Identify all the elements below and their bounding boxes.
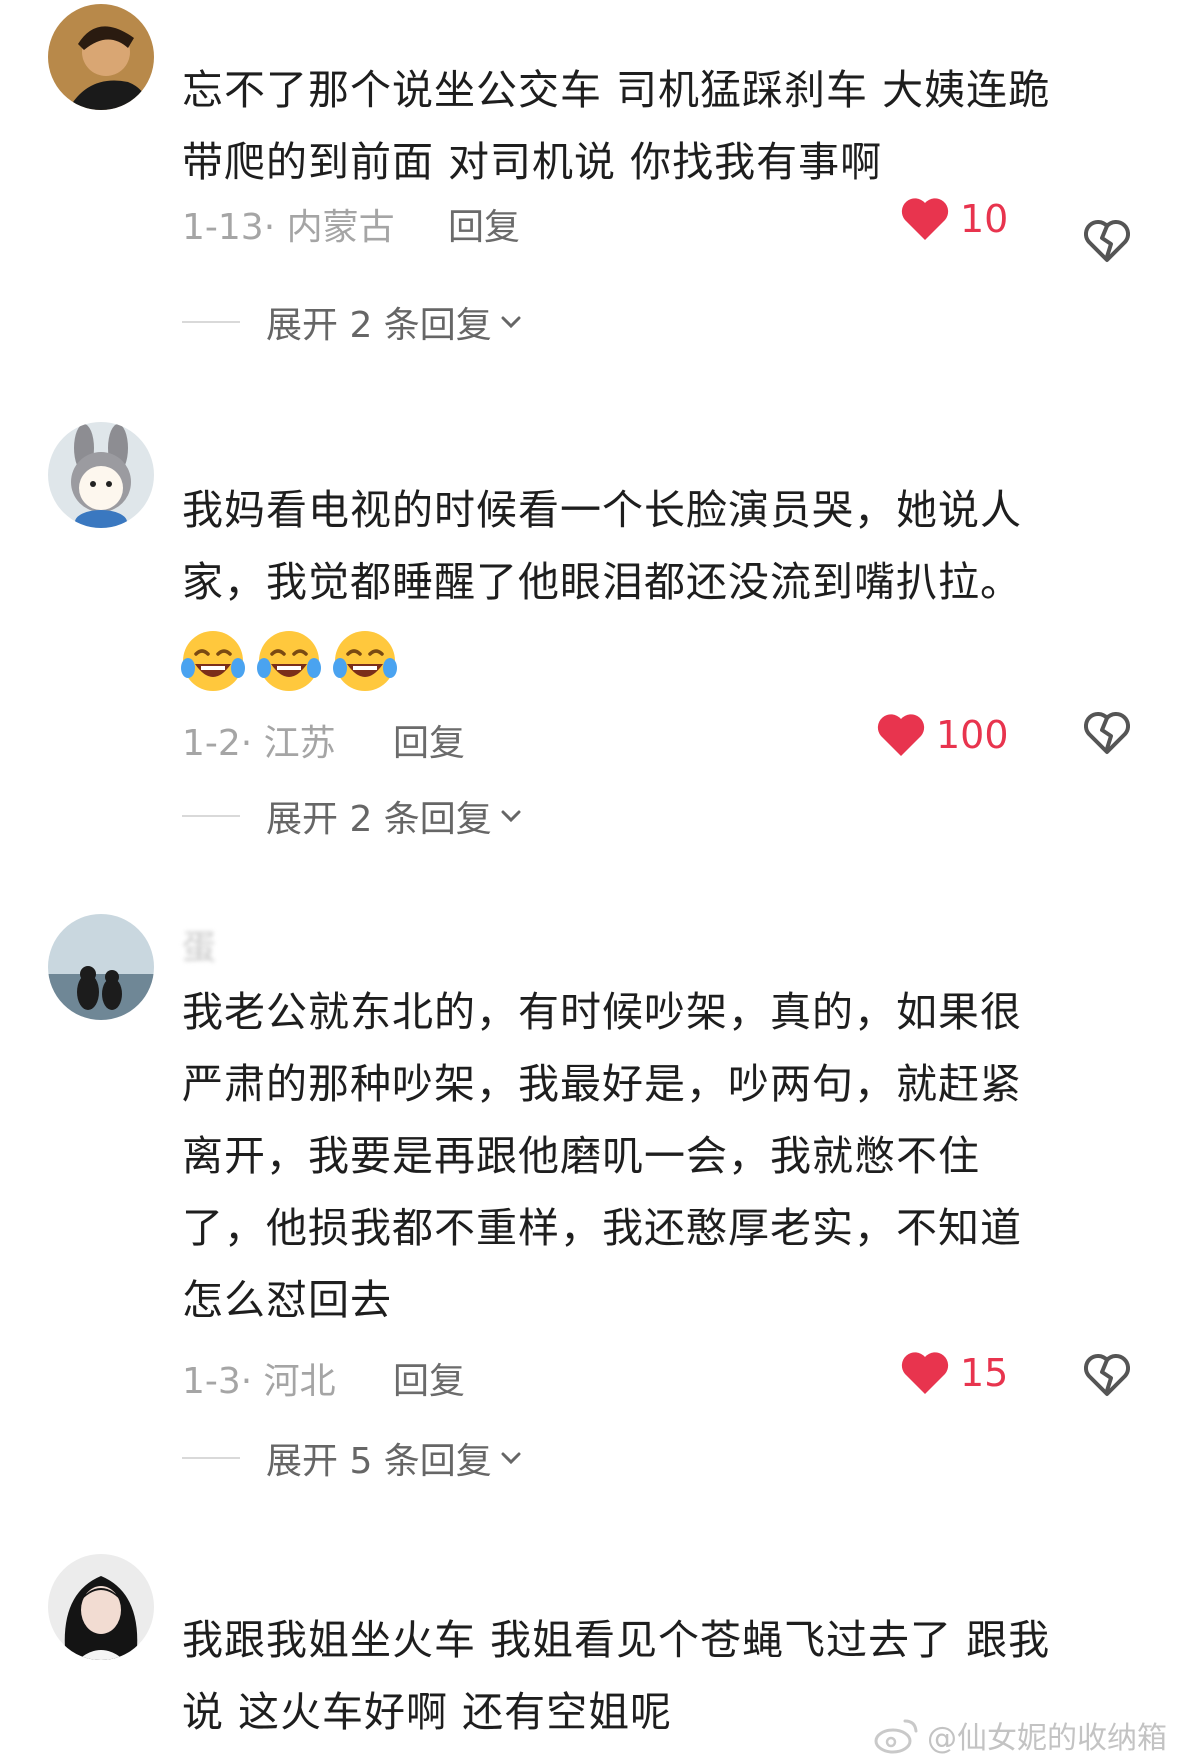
watermark: @仙女妮的收纳箱 <box>873 1713 1167 1757</box>
laugh-cry-emoji <box>333 631 397 691</box>
date-location: 1-2· 江苏 <box>182 723 336 764</box>
laugh-cry-emoji <box>181 631 245 691</box>
comment-line: 带爬的到前面 对司机说 你找我有事啊 <box>182 138 883 186</box>
comment-line: 我跟我姐坐火车 我姐看见个苍蝇飞过去了 跟我 <box>182 1616 1051 1664</box>
comment-text: 我妈看电视的时候看一个长脸演员哭，她说人 家，我觉都睡醒了他眼泪都还没流到嘴扒拉… <box>182 474 1112 618</box>
watermark-text: @仙女妮的收纳箱 <box>927 1721 1167 1756</box>
divider <box>182 815 240 817</box>
comment-line: 怎么怼回去 <box>182 1276 392 1324</box>
emoji-row <box>180 628 398 694</box>
comment-line: 了，他损我都不重样，我还憨厚老实，不知道 <box>182 1204 1022 1252</box>
heart-icon <box>901 198 949 240</box>
chevron-down-icon <box>501 316 521 329</box>
comment-line: 我老公就东北的，有时候吵架，真的，如果很 <box>182 988 1022 1036</box>
reply-button[interactable]: 回复 <box>393 1352 465 1404</box>
avatar[interactable] <box>48 4 154 110</box>
reply-button[interactable]: 回复 <box>393 714 465 766</box>
like-count: 15 <box>960 1351 1009 1395</box>
divider <box>182 1457 240 1459</box>
laugh-cry-emoji <box>257 631 321 691</box>
like-button[interactable]: 100 <box>876 712 1009 758</box>
broken-heart-icon[interactable] <box>1084 710 1130 756</box>
comment-line: 离开，我要是再跟他磨叽一会，我就憋不住 <box>182 1132 980 1180</box>
comment-text: 忘不了那个说坐公交车 司机猛踩刹车 大姨连跪 带爬的到前面 对司机说 你找我有事… <box>182 54 1112 198</box>
like-button[interactable]: 10 <box>900 196 1008 242</box>
expand-replies-label: 展开 5 条回复 <box>266 1441 492 1482</box>
expand-replies-button[interactable]: 展开 2 条回复 <box>182 790 524 842</box>
comment-line: 我妈看电视的时候看一个长脸演员哭，她说人 <box>182 486 1022 534</box>
weibo-logo-icon <box>874 1719 918 1754</box>
expand-replies-label: 展开 2 条回复 <box>266 799 492 840</box>
chevron-down-icon <box>501 1452 521 1465</box>
like-button[interactable]: 15 <box>900 1350 1008 1396</box>
broken-heart-icon[interactable] <box>1084 218 1130 264</box>
comment-line: 家，我觉都睡醒了他眼泪都还没流到嘴扒拉。 <box>182 558 1022 606</box>
broken-heart-icon[interactable] <box>1084 1352 1130 1398</box>
avatar[interactable] <box>48 1554 154 1660</box>
username[interactable]: 蛋 <box>182 920 216 969</box>
comment-text: 我老公就东北的，有时候吵架，真的，如果很 严肃的那种吵架，我最好是，吵两句，就赶… <box>182 976 1112 1336</box>
heart-icon <box>877 714 925 756</box>
date-location: 1-3· 河北 <box>182 1361 336 1402</box>
expand-replies-button[interactable]: 展开 5 条回复 <box>182 1432 524 1484</box>
date-location: 1-13· 内蒙古 <box>182 207 395 248</box>
reply-button[interactable]: 回复 <box>448 198 520 250</box>
avatar[interactable] <box>48 422 154 528</box>
expand-replies-label: 展开 2 条回复 <box>266 305 492 346</box>
comment-line: 忘不了那个说坐公交车 司机猛踩刹车 大姨连跪 <box>182 66 1051 114</box>
divider <box>182 321 240 323</box>
comment-line: 严肃的那种吵架，我最好是，吵两句，就赶紧 <box>182 1060 1022 1108</box>
chevron-down-icon <box>501 810 521 823</box>
avatar[interactable] <box>48 914 154 1020</box>
expand-replies-button[interactable]: 展开 2 条回复 <box>182 296 524 348</box>
heart-icon <box>901 1352 949 1394</box>
like-count: 10 <box>960 197 1009 241</box>
like-count: 100 <box>936 713 1009 757</box>
